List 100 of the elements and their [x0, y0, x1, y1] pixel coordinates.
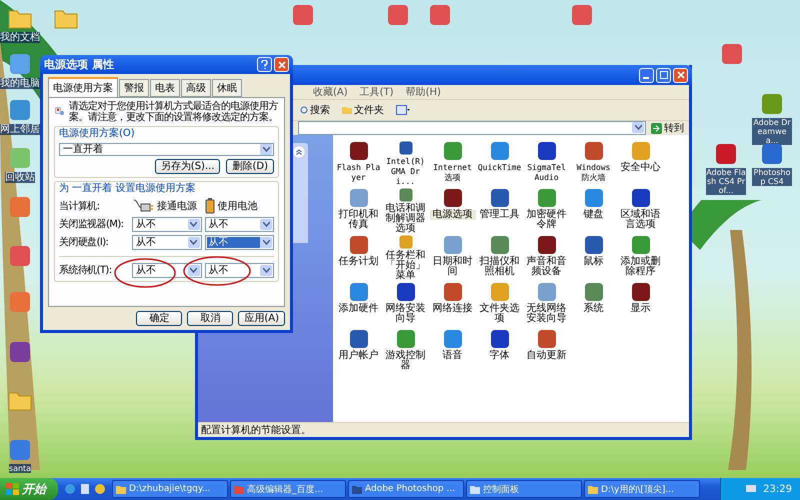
item-label[interactable]: 添加或删除程序: [618, 257, 664, 277]
app-icon[interactable]: [7, 195, 33, 219]
tab[interactable]: 电源使用方案: [48, 77, 118, 97]
item-label[interactable]: 电话和调制解调器选项: [382, 204, 428, 234]
item-label[interactable]: 文件夹选项: [476, 304, 522, 324]
item-label[interactable]: 字体: [476, 351, 522, 361]
dialog-button[interactable]: 取消: [187, 311, 234, 326]
taskbar-button[interactable]: Adobe Photoshop ...: [348, 480, 464, 498]
time-dropdown[interactable]: 从不: [204, 263, 274, 278]
taskbar-button[interactable]: D:\y用的\[顶尖]...: [584, 480, 700, 498]
item-label[interactable]: 打印机和传真: [336, 210, 382, 230]
taskbar-button[interactable]: 控制面板: [466, 480, 582, 498]
taskbar-button[interactable]: D:\zhubajie\tgqy...: [112, 480, 228, 498]
dropdown-button[interactable]: [260, 265, 272, 276]
item-label[interactable]: 扫描仪和照相机: [476, 257, 522, 277]
item-label[interactable]: QuickTime: [476, 163, 522, 173]
app-icon[interactable]: [7, 340, 33, 364]
app-icon[interactable]: [7, 244, 33, 268]
tab[interactable]: 警报: [119, 79, 149, 97]
control-panel-icon[interactable]: [488, 328, 510, 350]
app-icon[interactable]: [290, 3, 316, 27]
time-dropdown[interactable]: 从不: [204, 217, 274, 232]
app-icon[interactable]: [385, 3, 411, 27]
taskbar-button[interactable]: 高级编辑器_百度...: [230, 480, 346, 498]
item-label[interactable]: 加密硬件令牌: [524, 210, 570, 230]
item-label[interactable]: 声音和音频设备: [524, 257, 570, 277]
control-panel-icon[interactable]: [536, 234, 558, 256]
app-icon[interactable]: [759, 92, 785, 116]
item-label[interactable]: 安全中心: [618, 163, 664, 173]
item-label[interactable]: 任务计划: [336, 257, 382, 267]
control-panel-icon[interactable]: [442, 281, 464, 303]
close-button[interactable]: [673, 68, 688, 82]
control-panel-icon[interactable]: [348, 328, 370, 350]
dropdown-button[interactable]: [260, 144, 272, 155]
item-label[interactable]: 网络安装向导: [382, 304, 428, 324]
item-label[interactable]: 游戏控制器: [382, 351, 428, 371]
minimize-button[interactable]: [639, 68, 654, 82]
tab[interactable]: 高级: [181, 79, 211, 97]
app-icon[interactable]: [7, 98, 33, 122]
menu-item[interactable]: 收藏(A): [313, 85, 348, 99]
collapse-icon[interactable]: [293, 146, 305, 158]
tab[interactable]: 休眠: [212, 79, 242, 97]
close-button[interactable]: [274, 57, 289, 72]
dialog-button[interactable]: 删除(D): [226, 159, 274, 174]
control-panel-icon[interactable]: [582, 140, 604, 162]
item-label[interactable]: 日期和时间: [430, 257, 476, 277]
dialog-button[interactable]: 另存为(S)...: [154, 159, 220, 174]
time-dropdown[interactable]: 从不: [132, 217, 202, 232]
item-label[interactable]: Intel(R) GMA Dri...: [382, 157, 428, 187]
scheme-dropdown[interactable]: 一直开着: [59, 143, 274, 156]
item-label[interactable]: 添加硬件: [336, 304, 382, 314]
item-label[interactable]: SigmaTel Audio: [524, 163, 570, 183]
address-field[interactable]: [298, 121, 646, 135]
app-icon[interactable]: [719, 42, 745, 66]
item-label[interactable]: Internet 选项: [430, 163, 476, 183]
browser-icon[interactable]: [64, 483, 76, 495]
app-icon[interactable]: [759, 142, 785, 166]
network-icon[interactable]: [745, 484, 758, 494]
item-label[interactable]: 无线网络安装向导: [524, 304, 570, 324]
dropdown-button[interactable]: [260, 219, 272, 230]
dialog-button[interactable]: 应用(A): [238, 311, 285, 326]
time-dropdown[interactable]: 从不: [132, 235, 202, 250]
item-label[interactable]: 管理工具: [476, 210, 522, 220]
view-button[interactable]: [394, 105, 412, 115]
menu-item[interactable]: 工具(T): [360, 85, 394, 99]
item-label[interactable]: Flash Player: [336, 163, 382, 183]
app-icon[interactable]: [94, 483, 106, 495]
time-dropdown[interactable]: 从不: [132, 263, 202, 278]
item-label[interactable]: 电源选项: [430, 210, 476, 220]
help-button[interactable]: [257, 57, 272, 72]
item-label[interactable]: 语音: [430, 351, 476, 361]
item-label[interactable]: 鼠标: [570, 257, 616, 267]
control-panel-icon[interactable]: [630, 187, 652, 209]
control-panel-icon[interactable]: [442, 187, 464, 209]
item-label[interactable]: 任务栏和「开始」菜单: [382, 251, 428, 281]
item-label[interactable]: 自动更新: [524, 351, 570, 361]
go-button[interactable]: 转到: [649, 121, 686, 135]
item-label[interactable]: 键盘: [570, 210, 616, 220]
toolbar-button[interactable]: 文件夹: [340, 103, 386, 117]
app-icon[interactable]: [7, 52, 33, 76]
item-label[interactable]: 显示: [618, 304, 664, 314]
control-panel-icon[interactable]: [582, 234, 604, 256]
app-icon[interactable]: [7, 290, 33, 314]
maximize-button[interactable]: [656, 68, 671, 82]
control-panel-icon[interactable]: [630, 281, 652, 303]
control-panel-icon[interactable]: [348, 140, 370, 162]
item-label[interactable]: 区域和语言选项: [618, 210, 664, 230]
toolbar-button[interactable]: 搜索: [298, 103, 332, 117]
app-icon[interactable]: [7, 438, 33, 462]
app-icon[interactable]: [569, 3, 595, 27]
control-panel-icon[interactable]: [536, 328, 558, 350]
control-panel-icon[interactable]: [536, 140, 558, 162]
control-panel-icon[interactable]: [348, 234, 370, 256]
time-dropdown[interactable]: 从不: [204, 235, 274, 250]
dropdown-button[interactable]: [188, 265, 200, 276]
menu-item[interactable]: 帮助(H): [406, 85, 441, 99]
app-icon[interactable]: [713, 142, 739, 166]
dropdown-button[interactable]: [188, 219, 200, 230]
control-panel-icon[interactable]: [488, 187, 510, 209]
dialog-button[interactable]: 确定: [136, 311, 182, 326]
